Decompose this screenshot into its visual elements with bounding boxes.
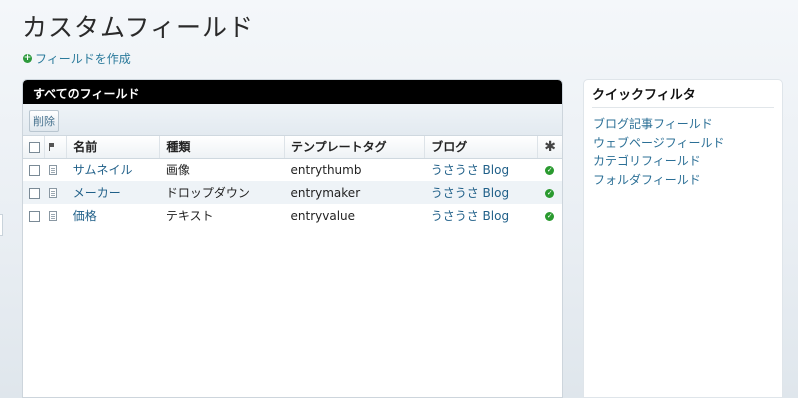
panel-header: すべてのフィールド bbox=[23, 80, 562, 104]
blog-link[interactable]: うさうさ Blog bbox=[431, 163, 509, 177]
document-icon bbox=[48, 165, 57, 176]
select-all-checkbox[interactable] bbox=[29, 141, 40, 153]
flag-icon bbox=[49, 143, 55, 152]
field-name[interactable]: メーカー bbox=[66, 181, 160, 204]
action-bar: 削除 bbox=[23, 104, 562, 136]
quick-filter-list: ブログ記事フィールド ウェブページフィールド カテゴリフィールド フォルダフィー… bbox=[593, 115, 782, 189]
table-header-row: 名前 種類 テンプレートタグ ブログ ✱ bbox=[23, 136, 562, 159]
row-checkbox[interactable] bbox=[29, 187, 40, 199]
field-blog: うさうさ Blog bbox=[424, 181, 538, 204]
field-name[interactable]: 価格 bbox=[67, 204, 160, 227]
quick-filter-panel: クイックフィルタ ブログ記事フィールド ウェブページフィールド カテゴリフィール… bbox=[583, 79, 783, 398]
table-row[interactable]: サムネイル 画像 entrythumb うさうさ Blog ✓ bbox=[23, 158, 562, 181]
fields-table: 名前 種類 テンプレートタグ ブログ ✱ サムネイル 画像 entrythumb… bbox=[23, 136, 562, 227]
status-cell: ✓ bbox=[538, 158, 562, 181]
row-icon-cell bbox=[45, 158, 67, 181]
field-tag: entrythumb bbox=[290, 162, 362, 177]
check-icon: ✓ bbox=[545, 165, 555, 175]
star-icon: ✱ bbox=[544, 138, 556, 155]
field-name[interactable]: サムネイル bbox=[67, 158, 160, 181]
quick-filter-page-fields[interactable]: ウェブページフィールド bbox=[593, 134, 782, 153]
page-title: カスタムフィールド bbox=[22, 13, 255, 42]
column-header-blog[interactable]: ブログ bbox=[424, 136, 539, 159]
status-cell: ✓ bbox=[538, 204, 562, 227]
column-header-tag[interactable]: テンプレートタグ bbox=[284, 136, 426, 159]
field-tag: entrymaker bbox=[284, 181, 425, 204]
side-tab[interactable] bbox=[0, 214, 3, 236]
create-field-label: フィールドを作成 bbox=[35, 52, 131, 66]
row-icon-cell bbox=[45, 204, 67, 227]
field-type: テキスト bbox=[165, 209, 214, 223]
check-icon: ✓ bbox=[545, 211, 555, 221]
table-row[interactable]: メーカー ドロップダウン entrymaker うさうさ Blog ✓ bbox=[23, 181, 562, 204]
select-all-header bbox=[23, 136, 46, 159]
delete-button[interactable]: 削除 bbox=[29, 110, 59, 132]
flag-header bbox=[44, 136, 68, 159]
quick-filter-category-fields[interactable]: カテゴリフィールド bbox=[593, 152, 782, 171]
field-blog: うさうさ Blog bbox=[425, 158, 538, 181]
column-header-type[interactable]: 種類 bbox=[159, 136, 286, 159]
plus-icon: + bbox=[23, 53, 32, 63]
row-checkbox[interactable] bbox=[29, 210, 40, 222]
field-type: ドロップダウン bbox=[159, 181, 285, 204]
quick-filter-title: クイックフィルタ bbox=[592, 84, 774, 108]
column-header-status[interactable]: ✱ bbox=[537, 136, 562, 159]
check-icon: ✓ bbox=[545, 188, 555, 198]
fields-panel: すべてのフィールド 削除 名前 種類 テンプレートタグ ブログ ✱ サムネイル … bbox=[22, 79, 563, 398]
blog-link[interactable]: うさうさ Blog bbox=[431, 186, 509, 200]
row-icon-cell bbox=[44, 181, 67, 204]
row-checkbox-cell bbox=[23, 158, 45, 181]
column-header-name[interactable]: 名前 bbox=[66, 136, 161, 159]
create-field-link[interactable]: + フィールドを作成 bbox=[23, 50, 131, 67]
blog-link[interactable]: うさうさ Blog bbox=[431, 209, 509, 223]
document-icon bbox=[48, 188, 57, 198]
field-blog: うさうさ Blog bbox=[425, 204, 538, 227]
row-checkbox[interactable] bbox=[29, 164, 40, 176]
table-row[interactable]: 価格 テキスト entryvalue うさうさ Blog ✓ bbox=[23, 204, 562, 227]
field-name-link[interactable]: メーカー bbox=[73, 186, 121, 200]
field-name-link[interactable]: サムネイル bbox=[73, 163, 133, 177]
status-cell: ✓ bbox=[537, 181, 562, 204]
field-type: 画像 bbox=[165, 163, 190, 178]
field-name-link[interactable]: 価格 bbox=[73, 209, 97, 223]
quick-filter-entry-fields[interactable]: ブログ記事フィールド bbox=[593, 115, 782, 134]
quick-filter-folder-fields[interactable]: フォルダフィールド bbox=[593, 171, 782, 190]
field-tag: entryvalue bbox=[290, 208, 356, 223]
row-checkbox-cell bbox=[23, 204, 45, 227]
row-checkbox-cell bbox=[23, 181, 45, 204]
document-icon bbox=[48, 211, 57, 221]
